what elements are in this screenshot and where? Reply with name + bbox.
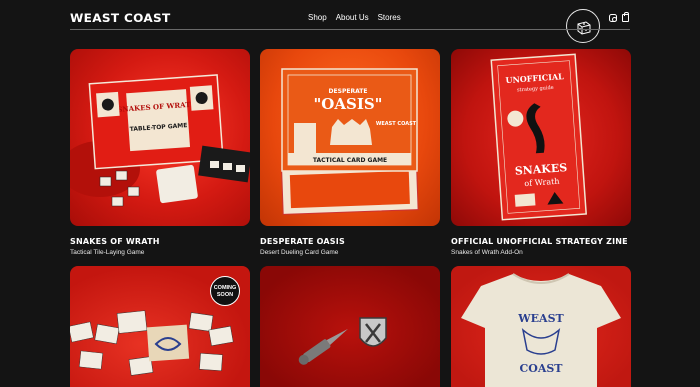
p2-box-bottom: TACTICAL CARD GAME bbox=[313, 157, 387, 164]
coming-soon-badge: COMING SOON bbox=[210, 276, 240, 306]
p2-box-corner: WEAST COAST bbox=[376, 121, 417, 127]
nav-stores[interactable]: Stores bbox=[378, 13, 401, 22]
product-image[interactable]: WEAST COAST bbox=[451, 266, 631, 387]
product-subtitle: Tactical Tile-Laying Game bbox=[70, 249, 145, 256]
product-card-enamel-pins[interactable] bbox=[260, 266, 440, 387]
shopping-bag-icon[interactable] bbox=[622, 12, 629, 22]
product-subtitle: Desert Dueling Card Game bbox=[260, 249, 339, 256]
product-card-snakes-of-wrath[interactable]: SNAKES OF WRATH TABLE-TOP GAME SNAKES OF… bbox=[70, 49, 250, 256]
shirt-text-top: WEAST bbox=[517, 312, 564, 325]
dice-icon[interactable] bbox=[566, 9, 600, 43]
nav-about-us[interactable]: About Us bbox=[336, 13, 369, 22]
product-image[interactable]: DESPERATE "OASIS" WEAST COAST TACTICAL C… bbox=[260, 49, 440, 226]
main-nav: Shop About Us Stores bbox=[308, 13, 401, 22]
product-title[interactable]: OFFICIAL UNOFFICIAL STRATEGY ZINE bbox=[451, 237, 628, 246]
product-card-tshirt[interactable]: WEAST COAST bbox=[451, 266, 631, 387]
product-subtitle: Snakes of Wrath Add-On bbox=[451, 249, 523, 256]
product-title[interactable]: SNAKES OF WRATH bbox=[70, 237, 160, 246]
product-card-desperate-oasis[interactable]: DESPERATE "OASIS" WEAST COAST TACTICAL C… bbox=[260, 49, 440, 256]
nav-shop[interactable]: Shop bbox=[308, 13, 327, 22]
instagram-icon[interactable] bbox=[609, 14, 617, 22]
p2-box-top: DESPERATE bbox=[329, 88, 368, 95]
shirt-text-bottom: COAST bbox=[519, 362, 563, 375]
header-divider bbox=[70, 29, 630, 30]
p2-box-big: "OASIS" bbox=[313, 95, 382, 113]
product-title[interactable]: DESPERATE OASIS bbox=[260, 237, 345, 246]
brand-logo[interactable]: WEAST COAST bbox=[70, 11, 171, 25]
product-image[interactable] bbox=[260, 266, 440, 387]
product-card-coming-soon[interactable]: COMING SOON bbox=[70, 266, 250, 387]
product-card-strategy-zine[interactable]: UNOFFICIAL strategy guide SNAKES of Wrat… bbox=[451, 49, 631, 256]
product-image[interactable]: COMING SOON bbox=[70, 266, 250, 387]
product-image[interactable]: SNAKES OF WRATH TABLE-TOP GAME bbox=[70, 49, 250, 226]
product-image[interactable]: UNOFFICIAL strategy guide SNAKES of Wrat… bbox=[451, 49, 631, 226]
site-header: WEAST COAST Shop About Us Stores bbox=[0, 0, 700, 43]
